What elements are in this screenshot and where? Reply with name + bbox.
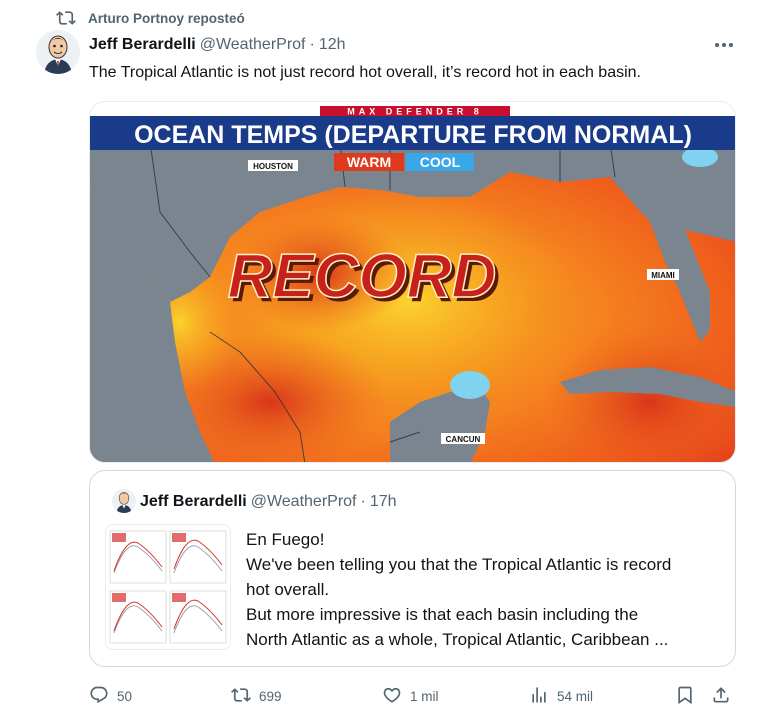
quoted-text-line: But more impressive is that each basin i… xyxy=(246,605,639,624)
legend-warm: WARM xyxy=(347,154,391,170)
author-name[interactable]: Jeff Berardelli xyxy=(89,36,196,54)
quoted-author-name[interactable]: Jeff Berardelli xyxy=(140,493,247,511)
quoted-author-handle[interactable]: @WeatherProf xyxy=(251,493,357,511)
share-icon xyxy=(711,685,731,708)
like-button[interactable]: 1 mil xyxy=(382,682,439,710)
quoted-tweet[interactable]: Jeff Berardelli @WeatherProf · 17h En Fu… xyxy=(89,470,736,667)
legend-cool: COOL xyxy=(420,154,461,170)
city-label-cancun: CANCUN xyxy=(446,435,481,444)
quoted-text: En Fuego! We've been telling you that th… xyxy=(246,527,726,652)
bookmark-icon xyxy=(675,685,695,708)
more-icon[interactable] xyxy=(712,33,736,57)
repost-label: Arturo Portnoy reposteó xyxy=(88,10,245,26)
quoted-text-line: North Atlantic as a whole, Tropical Atla… xyxy=(246,630,669,649)
quoted-text-line: hot overall. xyxy=(246,580,330,599)
headline-text: OCEAN TEMPS (DEPARTURE FROM NORMAL) xyxy=(134,121,692,149)
city-label-miami: MIAMI xyxy=(651,271,675,280)
repost-count: 699 xyxy=(259,688,282,704)
record-overlay-text: RECORD xyxy=(228,242,497,311)
quoted-thumbnail[interactable] xyxy=(105,524,231,650)
quoted-text-line: We've been telling you that the Tropical… xyxy=(246,555,672,574)
quoted-avatar[interactable] xyxy=(112,489,136,513)
repost-button[interactable]: 699 xyxy=(231,682,282,710)
separator: · xyxy=(309,36,315,53)
repost-icon xyxy=(56,8,76,28)
reply-icon xyxy=(89,685,109,708)
tweet-time[interactable]: 12h xyxy=(319,36,346,54)
like-count: 1 mil xyxy=(410,688,439,704)
city-label-houston: HOUSTON xyxy=(253,162,293,171)
quoted-header: Jeff Berardelli @WeatherProf · 17h xyxy=(140,491,397,513)
author-handle[interactable]: @WeatherProf xyxy=(200,36,306,54)
action-bar: 50 699 1 mil 54 mil xyxy=(89,682,749,710)
avatar[interactable] xyxy=(36,30,80,74)
views-icon xyxy=(529,685,549,708)
views-count: 54 mil xyxy=(557,688,594,704)
repost-indicator[interactable]: Arturo Portnoy reposteó xyxy=(56,8,245,28)
banner-top-text: MAX DEFENDER 8 xyxy=(347,107,483,117)
bookmark-button[interactable] xyxy=(675,682,695,710)
quoted-time[interactable]: 17h xyxy=(370,493,397,511)
quoted-separator: · xyxy=(360,493,366,510)
repost-icon xyxy=(231,685,251,708)
quoted-text-line: En Fuego! xyxy=(246,530,325,549)
heart-icon xyxy=(382,685,402,708)
tweet-text: The Tropical Atlantic is not just record… xyxy=(89,64,641,81)
views-button[interactable]: 54 mil xyxy=(529,682,593,710)
tweet-media-image[interactable]: MAX DEFENDER 8 OCEAN TEMPS (DEPARTURE FR… xyxy=(89,101,736,463)
tweet-header: Jeff Berardelli @WeatherProf · 12h xyxy=(89,33,748,57)
share-button[interactable] xyxy=(711,682,731,710)
reply-count: 50 xyxy=(117,688,133,704)
reply-button[interactable]: 50 xyxy=(89,682,132,710)
